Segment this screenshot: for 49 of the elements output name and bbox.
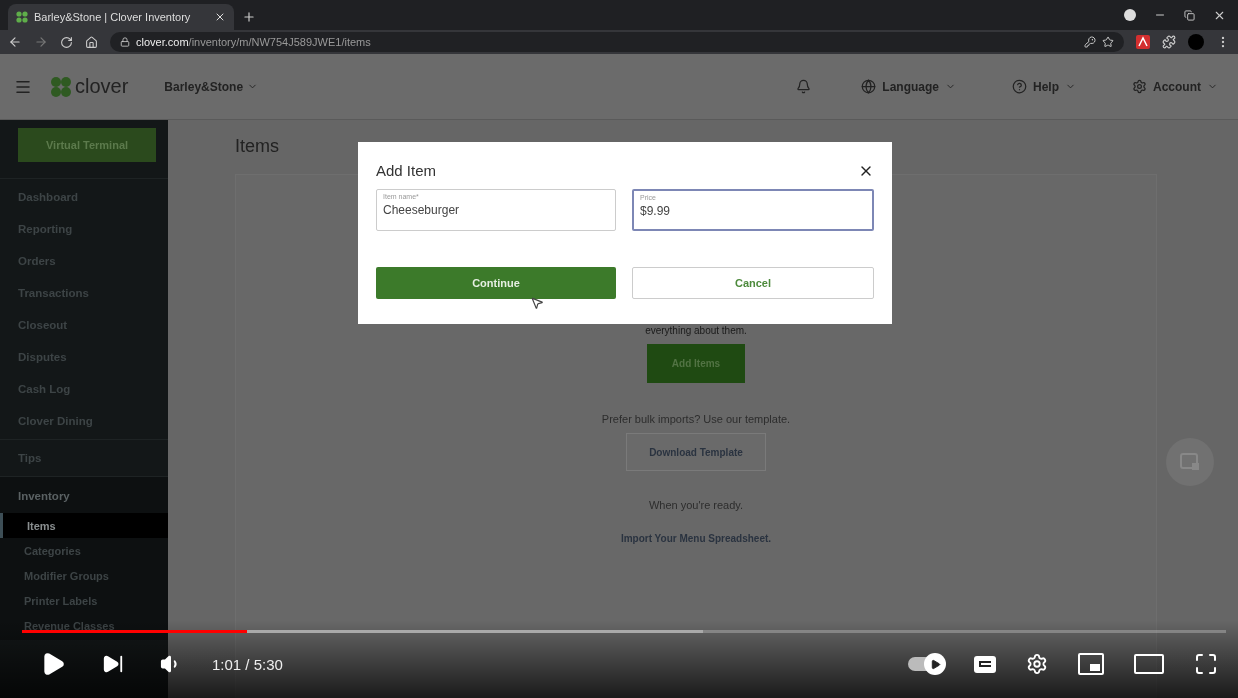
ready-text: When you're ready. [648, 499, 744, 511]
next-icon[interactable] [102, 653, 124, 675]
close-icon[interactable] [214, 11, 226, 23]
business-menu[interactable]: Barley&Stone [158, 78, 265, 95]
continue-button[interactable]: Continue [376, 267, 616, 299]
logo-text: clover [75, 75, 129, 98]
browser-tab[interactable]: Barley&Stone | Clover Inventory [8, 4, 234, 30]
home-icon[interactable] [85, 35, 98, 49]
bell-icon[interactable] [796, 79, 812, 94]
extensions-icon[interactable] [1162, 35, 1176, 49]
profile-icon[interactable] [1124, 9, 1136, 21]
back-icon[interactable] [8, 35, 22, 49]
page-title: Items [235, 134, 280, 158]
theater-mode-icon[interactable] [1134, 654, 1164, 674]
download-template-button[interactable]: Download Template [626, 433, 766, 471]
play-icon [929, 658, 941, 670]
pdf-extension-icon[interactable] [1136, 35, 1150, 49]
settings-icon[interactable] [1026, 653, 1048, 675]
header-menu[interactable]: Language [855, 78, 962, 95]
forward-icon[interactable] [34, 35, 48, 49]
cursor-icon [530, 296, 544, 310]
clover-favicon-icon [16, 11, 28, 23]
reload-icon[interactable] [60, 35, 73, 49]
sidebar-section[interactable]: Inventory [0, 479, 168, 513]
import-link[interactable]: Import Your Menu Spreadsheet. [620, 533, 772, 544]
new-tab-icon[interactable] [242, 10, 256, 24]
cancel-button[interactable]: Cancel [632, 267, 874, 299]
fullscreen-icon[interactable] [1194, 652, 1218, 676]
bookmark-star-icon[interactable] [1102, 36, 1114, 48]
url-path: /inventory/m/NW754J589JWE1/items [188, 36, 371, 48]
clover-logo-icon [50, 75, 72, 98]
globe-icon [861, 79, 877, 94]
miniplayer-icon[interactable] [1078, 653, 1104, 675]
help-icon [1012, 79, 1027, 94]
time-display: 1:01 / 5:30 [212, 655, 283, 673]
empty-state-text: everything about them. [645, 325, 747, 336]
field-value: $9.99 [640, 203, 672, 218]
field-value: Cheeseburger [383, 202, 461, 217]
clover-logo[interactable]: clover [50, 75, 129, 98]
header-menu[interactable]: Account [1126, 78, 1224, 95]
restore-icon[interactable] [1184, 9, 1195, 21]
sidebar-item[interactable]: Items [0, 513, 168, 538]
address-bar[interactable]: clover.com/inventory/m/NW754J589JWE1/items [110, 32, 1124, 52]
lock-icon [120, 37, 130, 47]
header-menu[interactable]: Help [1006, 78, 1082, 95]
key-icon[interactable] [1084, 36, 1096, 48]
dialog-title: Add Item [376, 162, 437, 179]
settings-icon [1132, 79, 1147, 94]
url-domain: clover.com [136, 36, 189, 48]
